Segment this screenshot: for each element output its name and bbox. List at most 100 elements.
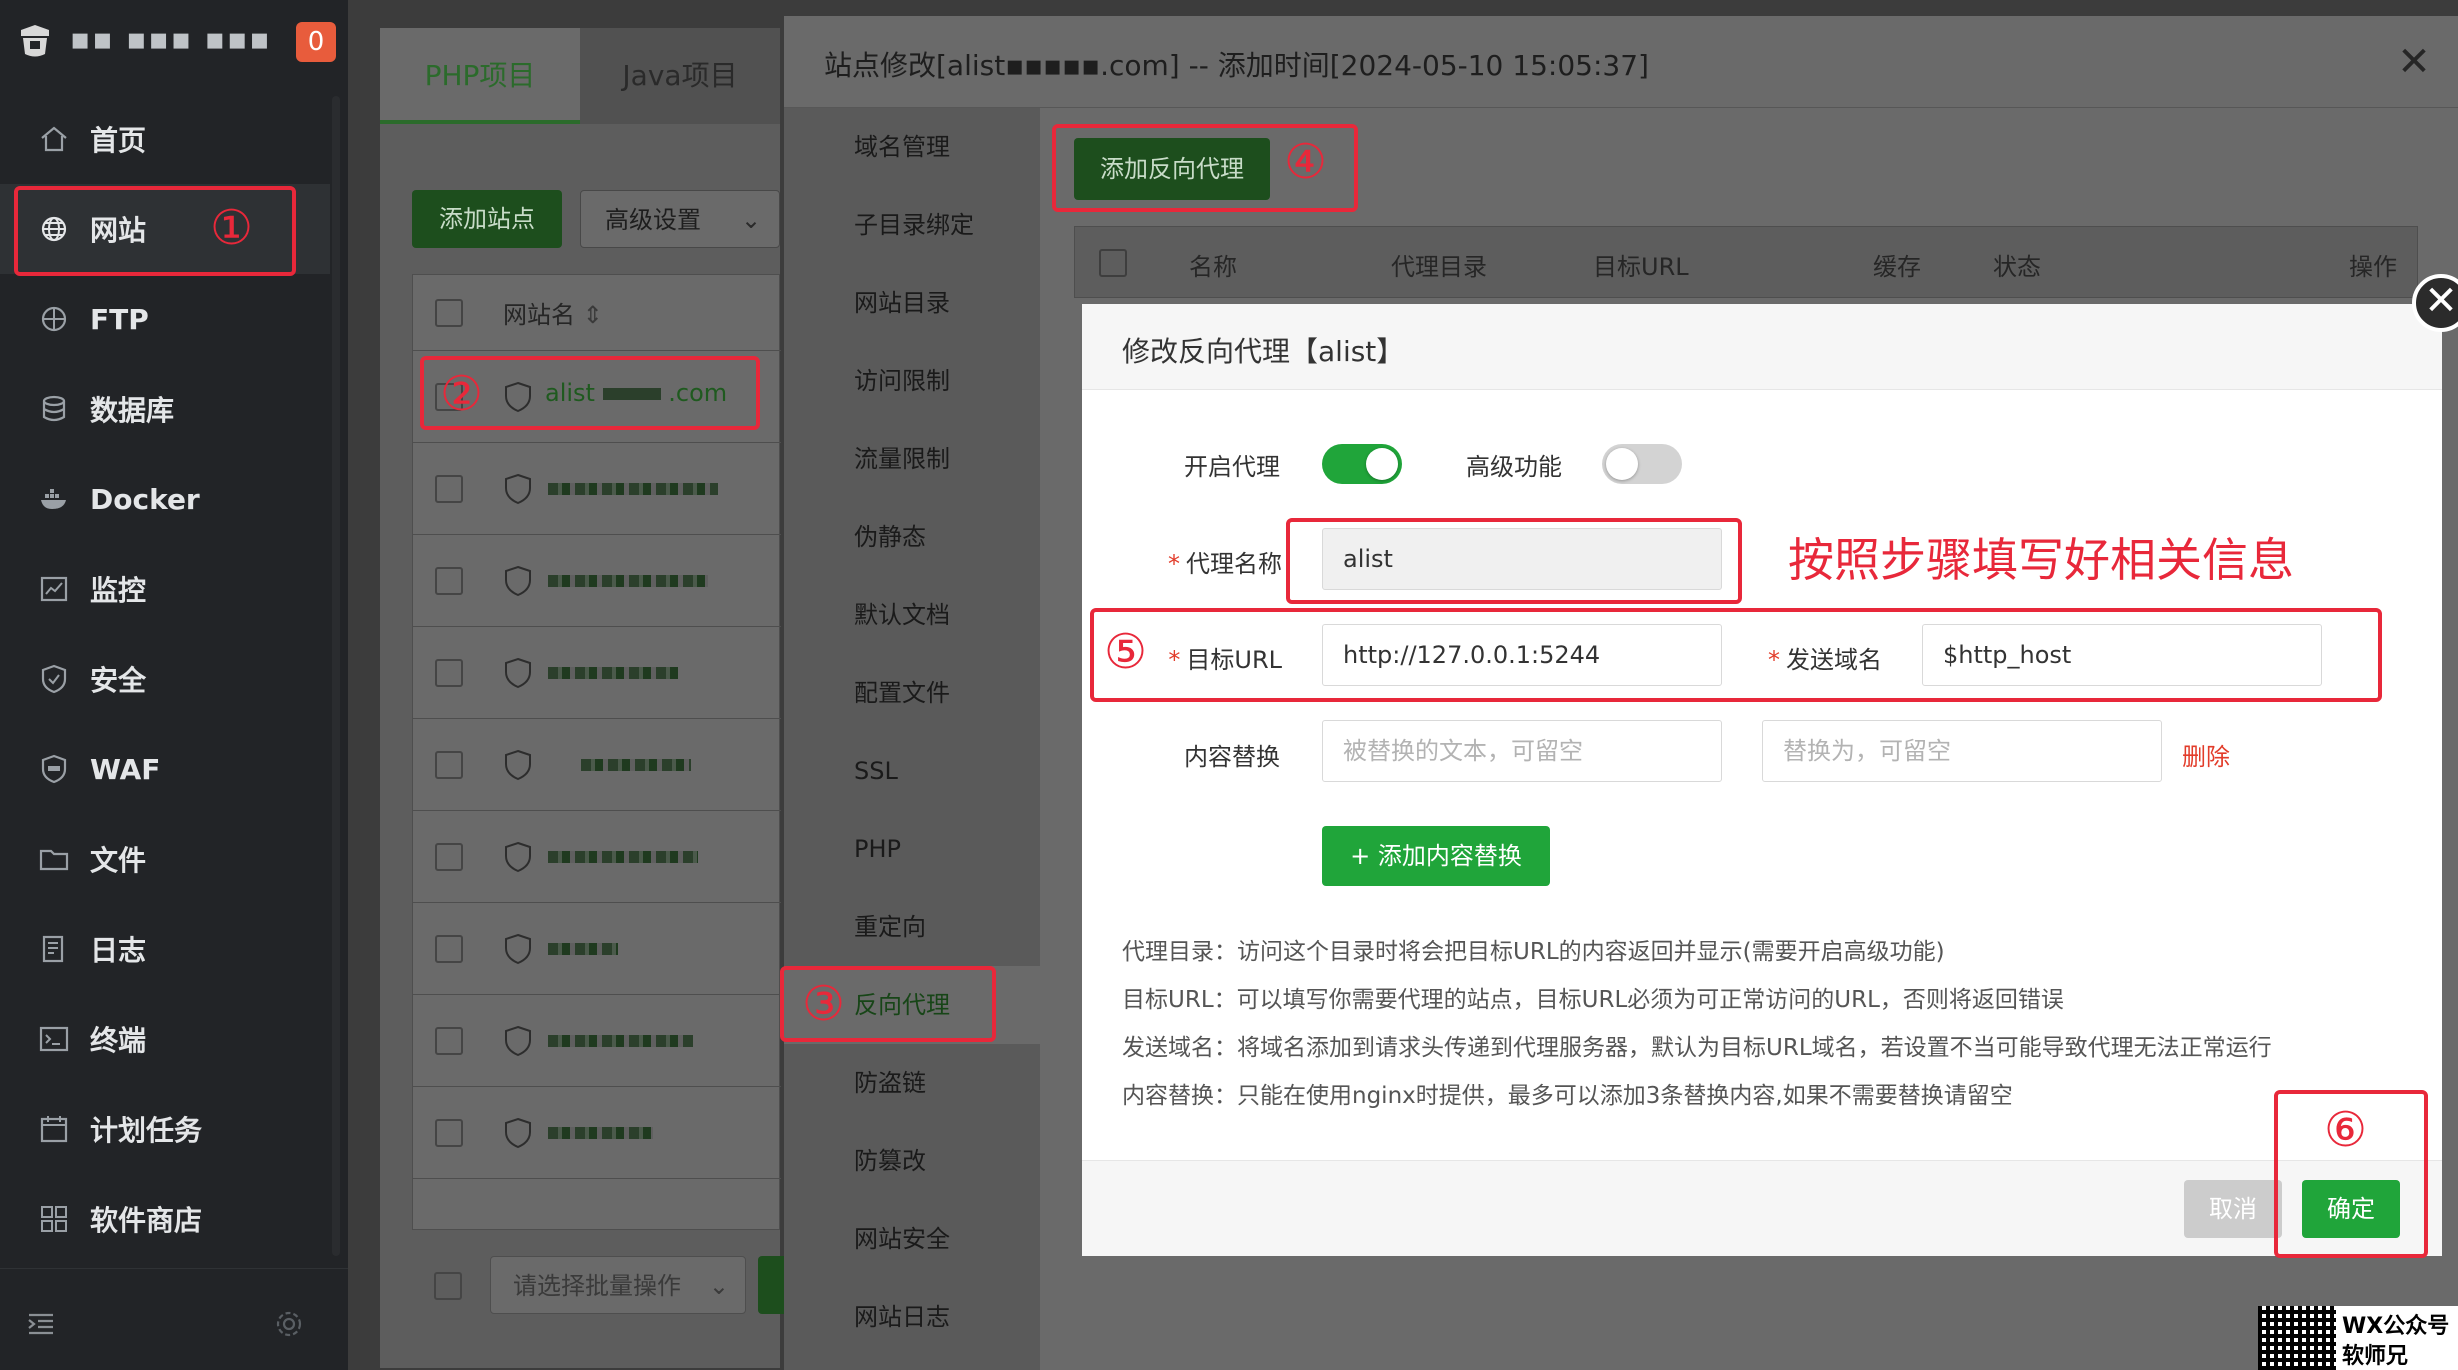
terminal-icon <box>39 1026 69 1052</box>
sidebar-item-store[interactable]: 软件商店 <box>0 1174 330 1264</box>
menu-site-security[interactable]: 网站安全 <box>784 1200 1040 1278</box>
sidebar-item-database[interactable]: 数据库 <box>0 364 330 454</box>
row-checkbox[interactable] <box>435 751 463 779</box>
sidebar-item-security[interactable]: 安全 <box>0 634 330 724</box>
sidebar-item-label: 日志 <box>90 934 147 967</box>
tip-target-url: 目标URL：可以填写你需要代理的站点，目标URL必须为可正常访问的URL，否则将… <box>1122 987 2064 1013</box>
content-replace-label: 内容替换 <box>1184 743 1280 771</box>
select-all-checkbox[interactable] <box>435 299 463 327</box>
menu-site-directory[interactable]: 网站目录 <box>784 264 1040 342</box>
sidebar-item-docker[interactable]: Docker <box>0 454 330 544</box>
site-name-blurred[interactable] <box>548 483 718 495</box>
table-row[interactable] <box>413 995 781 1087</box>
site-name-blurred[interactable] <box>548 575 708 587</box>
add-site-button[interactable]: 添加站点 <box>412 190 562 248</box>
batch-operation-bar: 请选择批量操作 ⌄ <box>412 1256 792 1314</box>
notification-badge[interactable]: 0 <box>296 22 336 62</box>
advanced-feature-toggle[interactable] <box>1602 444 1682 484</box>
menu-rewrite[interactable]: 伪静态 <box>784 498 1040 576</box>
row-checkbox[interactable] <box>435 935 463 963</box>
watermark-line1: WX公众号 <box>2342 1314 2450 1339</box>
log-icon <box>42 935 64 963</box>
sidebar-item-monitor[interactable]: 监控 <box>0 544 330 634</box>
table-row[interactable] <box>413 627 781 719</box>
watermark: WX公众号 软师兄 <box>2258 1306 2458 1370</box>
sidebar-item-cron[interactable]: 计划任务 <box>0 1084 330 1174</box>
menu-redirect[interactable]: 重定向 <box>784 888 1040 966</box>
row-checkbox[interactable] <box>435 475 463 503</box>
proxy-table-header: 名称 代理目录 目标URL 缓存 状态 操作 <box>1074 226 2418 298</box>
sidebar-item-label: 文件 <box>90 844 147 877</box>
edit-window-title: 站点修改[alist▪▪▪▪▪.com] -- 添加时间[2024-05-10 … <box>824 49 1649 82</box>
delete-replace-link[interactable]: 删除 <box>2182 737 2230 772</box>
row-checkbox[interactable] <box>435 659 463 687</box>
menu-tamper-protection[interactable]: 防篡改 <box>784 1122 1040 1200</box>
site-name-blurred[interactable] <box>548 1035 693 1047</box>
step5-number: ⑤ <box>1104 624 1148 680</box>
column-site-name[interactable]: 网站名 ⇕ <box>503 295 603 330</box>
batch-select-checkbox[interactable] <box>434 1272 462 1300</box>
sidebar-item-label: WAF <box>90 752 161 786</box>
row-checkbox[interactable] <box>435 1027 463 1055</box>
sidebar-item-logs[interactable]: 日志 <box>0 904 330 994</box>
replace-to-input[interactable] <box>1762 720 2162 782</box>
row-checkbox[interactable] <box>435 1119 463 1147</box>
site-name-blurred[interactable] <box>548 943 618 955</box>
apps-icon <box>41 1206 67 1232</box>
site-name-blurred[interactable] <box>581 759 691 771</box>
table-row[interactable] <box>413 535 781 627</box>
table-row[interactable] <box>413 719 781 811</box>
sidebar-item-label: FTP <box>90 302 149 336</box>
tab-php-projects[interactable]: PHP项目 <box>380 28 580 124</box>
site-name-blurred[interactable] <box>548 667 678 679</box>
menu-default-document[interactable]: 默认文档 <box>784 576 1040 654</box>
sidebar-item-files[interactable]: 文件 <box>0 814 330 904</box>
highlight-step5 <box>1090 608 2382 702</box>
sidebar-item-ftp[interactable]: FTP <box>0 274 330 364</box>
settings-icon[interactable] <box>274 1309 304 1339</box>
menu-ssl[interactable]: SSL <box>784 732 1040 810</box>
sidebar-item-label: 数据库 <box>90 394 175 427</box>
site-name-blurred[interactable] <box>548 1127 653 1139</box>
sidebar-scrollbar[interactable] <box>332 96 340 1256</box>
menu-php[interactable]: PHP <box>784 810 1040 888</box>
table-row[interactable] <box>413 903 781 995</box>
sidebar-item-terminal[interactable]: 终端 <box>0 994 330 1084</box>
sidebar-item-label: 监控 <box>90 574 147 607</box>
sidebar-item-label: 软件商店 <box>90 1204 203 1237</box>
menu-access-limit[interactable]: 访问限制 <box>784 342 1040 420</box>
menu-traffic-limit[interactable]: 流量限制 <box>784 420 1040 498</box>
sidebar-item-label: 计划任务 <box>90 1114 203 1147</box>
table-row[interactable] <box>413 1087 781 1179</box>
row-checkbox[interactable] <box>435 567 463 595</box>
add-content-replace-button[interactable]: + 添加内容替换 <box>1322 826 1550 886</box>
tip-send-domain: 发送域名：将域名添加到请求头传递到代理服务器，默认为目标URL域名，若设置不当可… <box>1122 1035 2272 1061</box>
step1-number: ① <box>210 200 254 256</box>
table-header: 网站名 ⇕ <box>413 275 781 351</box>
table-row[interactable] <box>413 443 781 535</box>
column-name: 名称 <box>1189 253 1237 281</box>
menu-config-file[interactable]: 配置文件 <box>784 654 1040 732</box>
menu-site-logs[interactable]: 网站日志 <box>784 1278 1040 1356</box>
cancel-button[interactable]: 取消 <box>2184 1180 2282 1238</box>
site-name-blurred[interactable] <box>548 851 698 863</box>
monitor-icon <box>40 576 68 602</box>
batch-operation-select[interactable]: 请选择批量操作 ⌄ <box>490 1256 746 1314</box>
replace-from-input[interactable] <box>1322 720 1722 782</box>
toggle-knob <box>1366 448 1398 480</box>
select-all-checkbox[interactable] <box>1099 249 1127 277</box>
sidebar-item-home[interactable]: 首页 <box>0 94 330 184</box>
edit-window-header: 站点修改[alist▪▪▪▪▪.com] -- 添加时间[2024-05-10 … <box>784 16 2458 108</box>
sidebar-item-waf[interactable]: WAF <box>0 724 330 814</box>
enable-proxy-toggle[interactable] <box>1322 444 1402 484</box>
menu-hotlink-protection[interactable]: 防盗链 <box>784 1044 1040 1122</box>
close-icon[interactable]: ✕ <box>2394 42 2434 82</box>
menu-subdirectory-binding[interactable]: 子目录绑定 <box>784 186 1040 264</box>
table-row[interactable] <box>413 811 781 903</box>
row-checkbox[interactable] <box>435 843 463 871</box>
advanced-settings-button[interactable]: 高级设置 ⌄ <box>580 190 780 248</box>
advanced-settings-label: 高级设置 <box>605 206 701 234</box>
menu-collapse-icon[interactable] <box>26 1309 56 1339</box>
menu-domain-management[interactable]: 域名管理 <box>784 108 1040 186</box>
tab-java-projects[interactable]: Java项目 <box>580 28 780 124</box>
